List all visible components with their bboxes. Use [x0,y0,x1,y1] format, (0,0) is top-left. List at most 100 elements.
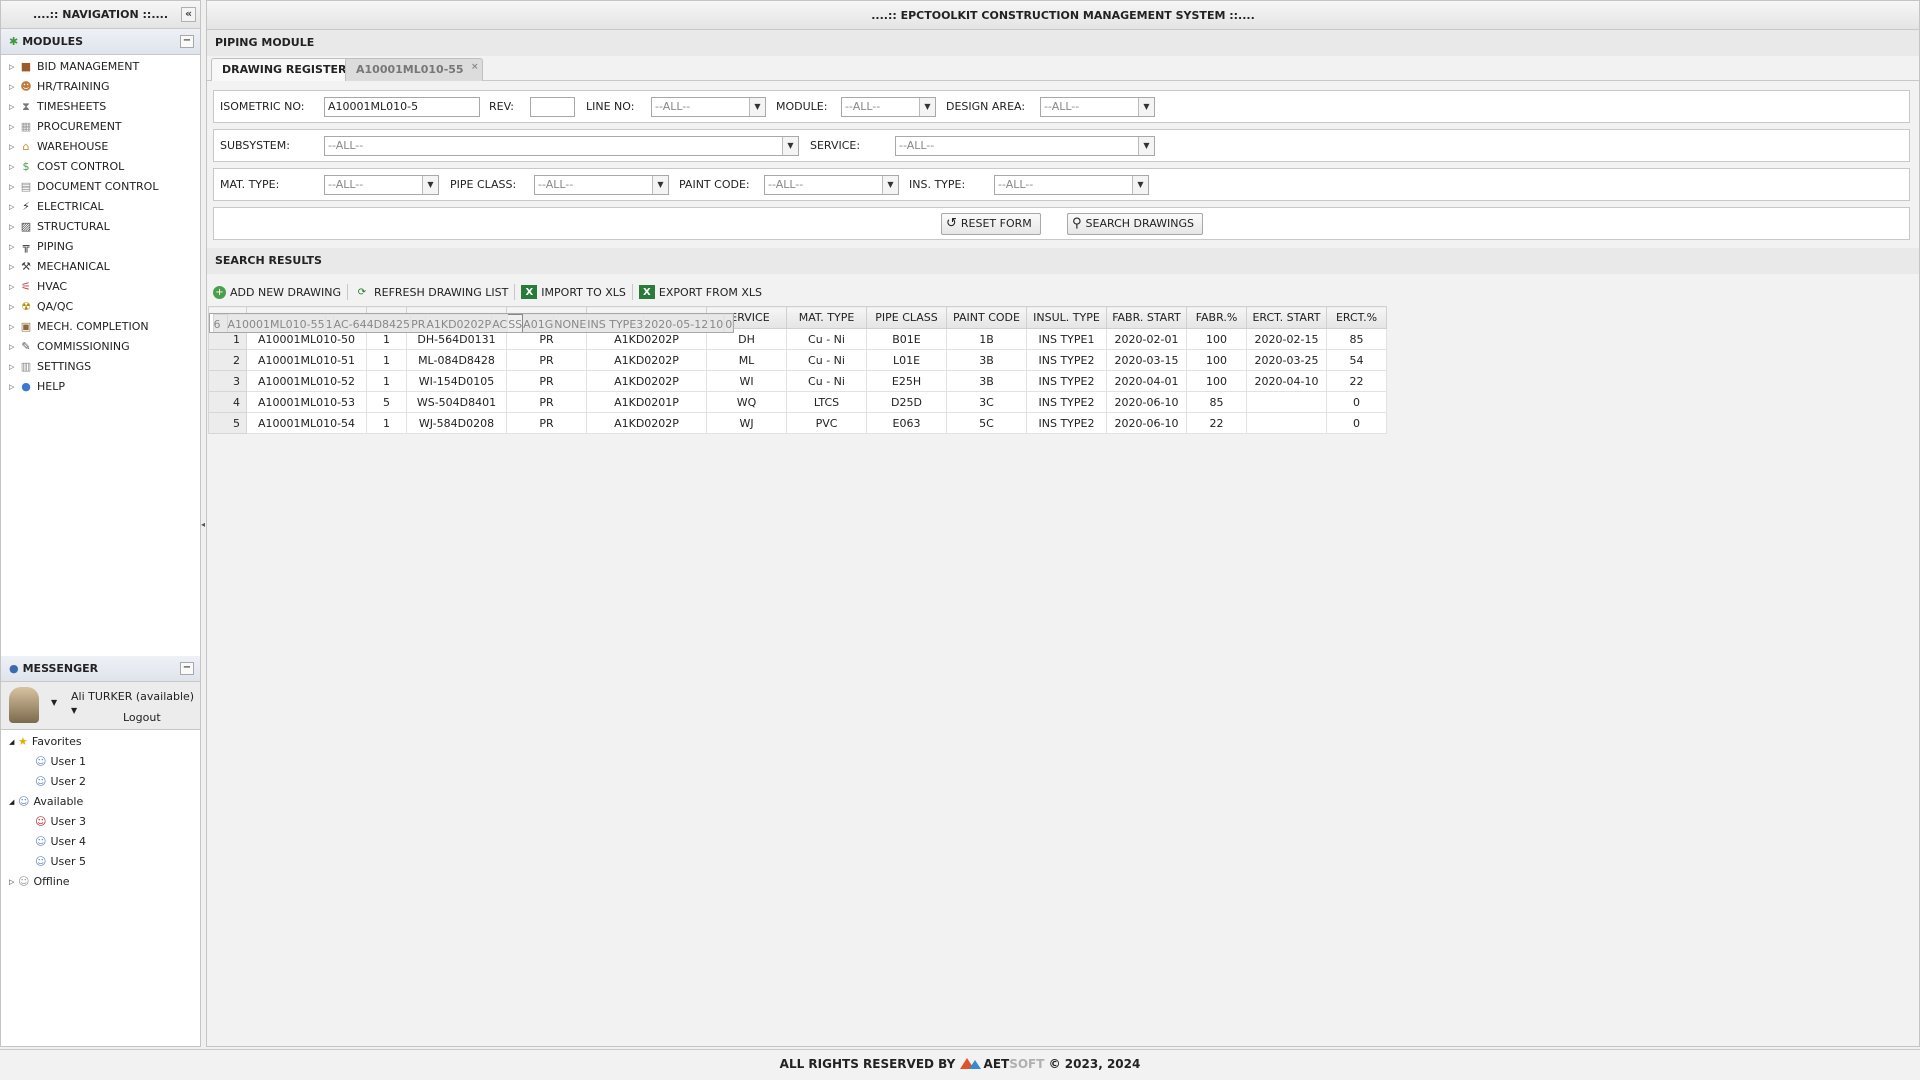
module-mech-completion[interactable]: ▷ ▣ MECH. COMPLETION [1,317,200,337]
module-commissioning[interactable]: ▷ ✎ COMMISSIONING [1,337,200,357]
contact-label: User 3 [50,815,87,828]
chevron-down-icon: ▼ [1138,98,1154,116]
col-design-area-cell: A1KD0202P [586,349,707,371]
import-xls-button[interactable]: X IMPORT TO XLS [521,285,626,299]
table-row[interactable]: 4 A10001ML010-53 5 WS-504D8401 PR A1KD0201P WQ… [208,391,1387,413]
collapse-navigation-button[interactable]: « [181,7,196,22]
col-erct-start-header[interactable]: ERCT. START [1246,306,1327,329]
chevron-down-icon: ▼ [422,176,438,194]
module-procurement[interactable]: ▷ ▦ PROCUREMENT [1,117,200,137]
reset-form-button[interactable]: ↺ RESET FORM [941,213,1041,235]
col-line-no-cell: WJ-584D0208 [406,412,507,434]
module-electrical[interactable]: ▷ ⚡ ELECTRICAL [1,197,200,217]
toolbar-separator [631,284,633,300]
col-isometric-no-cell: A10001ML010-55 [226,313,326,332]
design-area-select[interactable]: --ALL-- ▼ [1040,97,1155,117]
col-erct-pct-cell: 0 [1326,412,1387,434]
toolbar-separator [346,284,348,300]
module-label: WAREHOUSE [37,140,109,153]
service-select[interactable]: --ALL-- ▼ [895,136,1155,156]
messenger-header[interactable]: ● MESSENGER − [1,656,200,682]
logout-link[interactable]: Logout [123,711,161,724]
add-drawing-button[interactable]: + ADD NEW DRAWING [213,285,341,299]
contact-user-2[interactable]: ☺ User 2 [1,772,200,792]
module-warehouse[interactable]: ▷ ⌂ WAREHOUSE [1,137,200,157]
tab-drawing-detail[interactable]: A10001ML010-55 × [345,58,483,81]
col-fabr-start-header[interactable]: FABR. START [1106,306,1187,329]
electrical-icon: ⚡ [22,200,30,213]
close-tab-icon[interactable]: × [471,56,479,78]
line-no-select[interactable]: --ALL-- ▼ [651,97,766,117]
chevron-down-icon: ▼ [782,137,798,155]
group-offline[interactable]: ▷ ☺ Offline [1,872,200,892]
module-mechanical[interactable]: ▷ ⚒ MECHANICAL [1,257,200,277]
module-select[interactable]: --ALL-- ▼ [841,97,936,117]
col-pipe-class-header[interactable]: PIPE CLASS [866,306,947,329]
group-favorites[interactable]: ◢ ★ Favorites [1,732,200,752]
col-erct-start-cell [1246,391,1327,413]
module-piping[interactable]: ▷ ╦ PIPING [1,237,200,257]
search-icon: ⚲ [1072,216,1082,231]
col-no-cell: 5 [208,412,247,434]
col-insul-type-header[interactable]: INSUL. TYPE [1026,306,1107,329]
contact-label: User 1 [50,755,87,768]
user-offline-icon: ☺ [18,875,30,888]
module-hvac[interactable]: ▷ ⚟ HVAC [1,277,200,297]
col-fabr-pct-cell: 100 [1186,370,1247,392]
module-cost-control[interactable]: ▷ $ COST CONTROL [1,157,200,177]
building-icon: ▦ [20,120,32,133]
export-xls-button[interactable]: X EXPORT FROM XLS [638,285,762,299]
mat-type-select[interactable]: --ALL-- ▼ [324,175,439,195]
module-settings[interactable]: ▷ ▥ SETTINGS [1,357,200,377]
drawings-table: NOISOMETRIC NOREV.LINE NOMODULEDESIGN AR… [208,306,1387,434]
col-fabr-pct-header[interactable]: FABR.% [1186,306,1247,329]
isometric-no-input[interactable]: A10001ML010-5 [324,97,480,117]
modules-header[interactable]: ✱ MODULES − [1,29,200,55]
col-line-no-cell: ML-084D8428 [406,349,507,371]
table-row[interactable]: 6 A10001ML010-55 1 AC-644D8425 PR A1KD0202P AC… [208,312,735,333]
ins-type-select[interactable]: --ALL-- ▼ [994,175,1149,195]
module-timesheets[interactable]: ▷ ⧗ TIMESHEETS [1,97,200,117]
module-qa-qc[interactable]: ▷ ☢ QA/QC [1,297,200,317]
group-available[interactable]: ◢ ☺ Available [1,792,200,812]
footer-prefix: ALL RIGHTS RESERVED BY [779,1057,956,1071]
module-structural[interactable]: ▷ ▨ STRUCTURAL [1,217,200,237]
col-pipe-class-cell: E25H [866,370,947,392]
col-mat-type-header[interactable]: MAT. TYPE [786,306,867,329]
module-bid-management[interactable]: ▷ ■ BID MANAGEMENT [1,57,200,77]
pipe-class-select[interactable]: --ALL-- ▼ [534,175,669,195]
search-drawings-button[interactable]: ⚲ SEARCH DRAWINGS [1067,213,1203,235]
contact-user-3[interactable]: ☺ User 3 [1,812,200,832]
table-row[interactable]: 3 A10001ML010-52 1 WI-154D0105 PR A1KD0202P WI… [208,370,1387,392]
module-hr-training[interactable]: ▷ ☻ HR/TRAINING [1,77,200,97]
col-erct-start-cell [1246,412,1327,434]
module-help[interactable]: ▷ ● HELP [1,377,200,397]
avatar-dropdown-icon[interactable]: ▼ [51,698,57,707]
piping-icon: ╦ [22,240,30,253]
contact-label: User 2 [50,775,87,788]
contact-user-5[interactable]: ☺ User 5 [1,852,200,872]
rev-input[interactable] [530,97,575,117]
subsystem-select[interactable]: --ALL-- ▼ [324,136,799,156]
module-document-control[interactable]: ▷ ▤ DOCUMENT CONTROL [1,177,200,197]
contact-user-1[interactable]: ☺ User 1 [1,752,200,772]
table-row[interactable]: 5 A10001ML010-54 1 WJ-584D0208 PR A1KD0202P WJ… [208,412,1387,434]
paint-code-select[interactable]: --ALL-- ▼ [764,175,899,195]
tab-drawing-register[interactable]: DRAWING REGISTER [211,58,358,81]
app-title: ....:: EPCTOOLKIT CONSTRUCTION MANAGEMEN… [207,1,1919,30]
col-erct-pct-header[interactable]: ERCT.% [1326,306,1387,329]
collapse-messenger-button[interactable]: − [180,662,194,675]
contact-user-4[interactable]: ☺ User 4 [1,832,200,852]
tab-label: A10001ML010-55 [356,63,464,76]
table-row[interactable]: 2 A10001ML010-51 1 ML-084D8428 PR A1KD0202P ML… [208,349,1387,371]
select-value: --ALL-- [538,178,574,191]
module-label: SETTINGS [37,360,92,373]
refresh-list-button[interactable]: ⟳ REFRESH DRAWING LIST [354,285,509,299]
avatar[interactable] [9,687,39,723]
col-no-cell: 3 [208,370,247,392]
collapse-modules-button[interactable]: − [180,35,194,48]
col-paint-code-header[interactable]: PAINT CODE [946,306,1027,329]
col-no-cell: 6 [212,313,228,332]
button-label: REFRESH DRAWING LIST [373,285,509,299]
col-module-cell: PR [506,349,587,371]
